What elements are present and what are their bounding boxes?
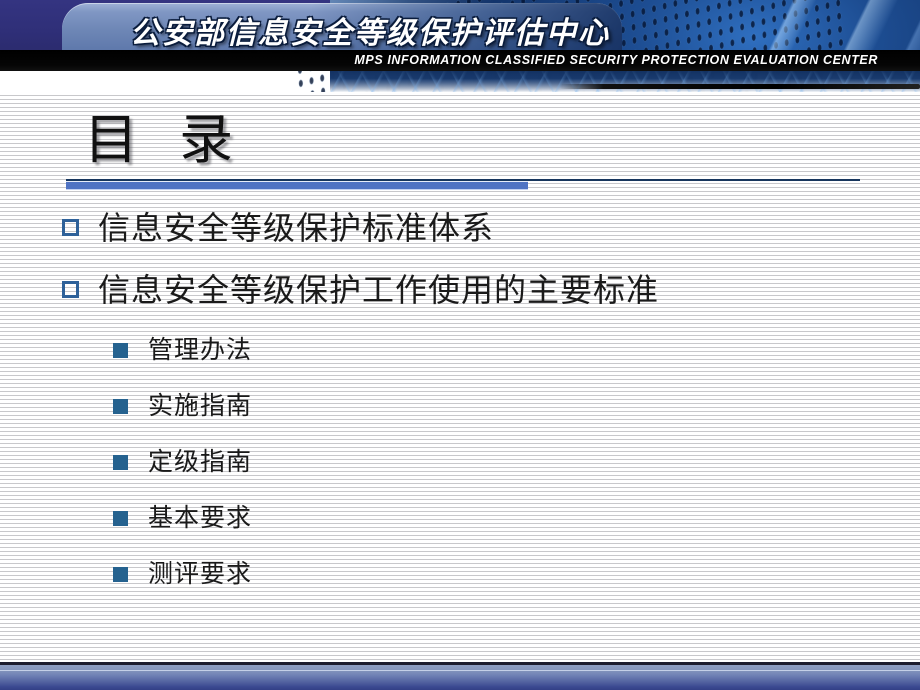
list-item-label: 基本要求 [148,503,253,532]
hollow-square-bullet-icon [62,219,79,236]
list-item: 测评要求 [0,554,920,610]
list-item: 基本要求 [0,498,920,554]
solid-square-bullet-icon [113,511,128,526]
list-item: 管理办法 [0,330,920,386]
title-divider-thick [66,182,528,189]
list-item-label: 信息安全等级保护标准体系 [98,209,495,247]
agenda-list: 信息安全等级保护标准体系 信息安全等级保护工作使用的主要标准 管理办法 实施指南… [0,206,920,610]
hollow-square-bullet-icon [62,281,79,298]
solid-square-bullet-icon [113,567,128,582]
list-item: 实施指南 [0,386,920,442]
list-item: 定级指南 [0,442,920,498]
list-item: 信息安全等级保护工作使用的主要标准 [0,268,920,330]
solid-square-bullet-icon [113,455,128,470]
presentation-slide: 公安部信息安全等级保护评估中心 MPS INFORMATION CLASSIFI… [0,0,920,690]
list-item-label: 定级指南 [148,447,253,476]
footer-bar [0,665,920,690]
header-banner: 公安部信息安全等级保护评估中心 MPS INFORMATION CLASSIFI… [0,0,920,92]
list-item-label: 信息安全等级保护工作使用的主要标准 [98,271,660,309]
page-title: 目 录 [84,108,246,171]
organization-name-english: MPS INFORMATION CLASSIFIED SECURITY PROT… [354,53,878,67]
organization-name-chinese: 公安部信息安全等级保护评估中心 [130,16,610,51]
list-item: 信息安全等级保护标准体系 [0,206,920,268]
solid-square-bullet-icon [113,343,128,358]
banner-underline-bar [560,84,920,89]
list-item-label: 实施指南 [148,391,253,420]
title-divider-thin [66,179,860,181]
list-item-label: 测评要求 [148,559,253,588]
list-item-label: 管理办法 [148,335,253,364]
solid-square-bullet-icon [113,399,128,414]
